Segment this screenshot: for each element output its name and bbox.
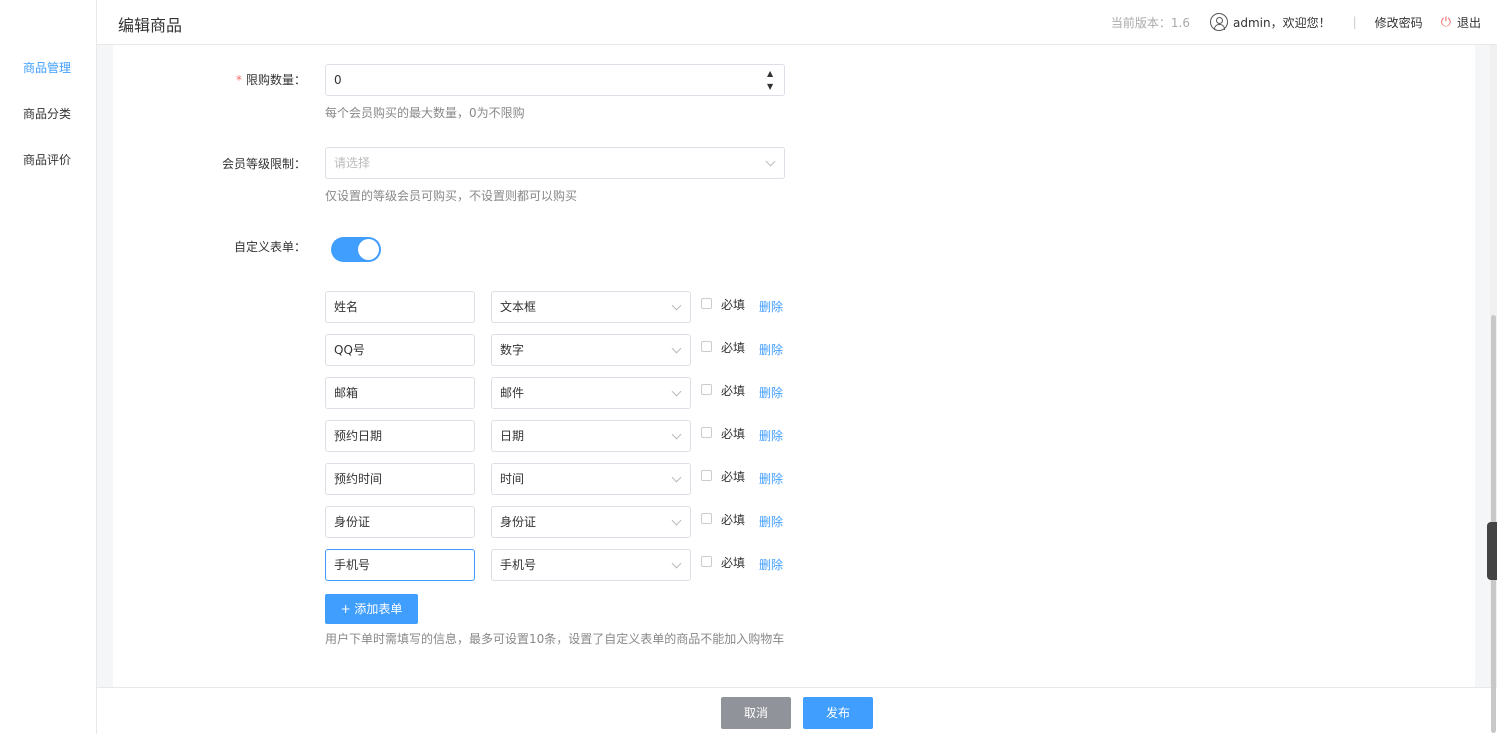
version-text: 当前版本：1.6	[1110, 15, 1191, 30]
field-name-input[interactable]: 预约时间	[325, 463, 475, 495]
required-label: 必填	[721, 341, 746, 355]
publish-button[interactable]: 发布	[803, 697, 873, 729]
field-name-input[interactable]: 身份证	[325, 506, 475, 538]
field-type-select[interactable]: 日期	[491, 420, 691, 452]
limit-label: * 限购数量：	[235, 73, 306, 87]
required-checkbox[interactable]	[701, 384, 712, 395]
chevron-down-icon	[765, 156, 776, 167]
chevron-down-icon	[671, 429, 682, 440]
field-type-value: 手机号	[500, 558, 537, 572]
header: 编辑商品 当前版本：1.6 admin，欢迎您！ | 修改密码 ⏻ 退出	[97, 0, 1497, 45]
chevron-down-icon	[671, 515, 682, 526]
required-checkbox[interactable]	[701, 556, 712, 567]
cancel-button[interactable]: 取消	[721, 697, 791, 729]
field-name-input[interactable]: 预约日期	[325, 420, 475, 452]
user-icon	[1210, 13, 1229, 31]
custom-form-toggle[interactable]	[331, 237, 381, 262]
field-type-value: 日期	[500, 429, 525, 443]
welcome-text: admin，欢迎您！	[1233, 15, 1331, 30]
sidebar-item-product-category[interactable]: 商品分类	[23, 105, 71, 122]
field-name-value: 预约时间	[334, 472, 383, 486]
custom-form-hint: 用户下单时需填写的信息，最多可设置10条，设置了自定义表单的商品不能加入购物车	[325, 632, 785, 646]
delete-field-link[interactable]: 删除	[759, 341, 783, 358]
field-name-value: 预约日期	[334, 429, 383, 443]
required-checkbox[interactable]	[701, 427, 712, 438]
quantity-stepper[interactable]: ▲ ▼	[758, 65, 784, 95]
chevron-down-icon	[671, 300, 682, 311]
delete-field-link[interactable]: 删除	[759, 470, 783, 487]
limit-hint: 每个会员购买的最大数量，0为不限购	[325, 106, 525, 120]
field-type-value: 身份证	[500, 515, 537, 529]
required-label: 必填	[721, 298, 746, 312]
chevron-down-icon	[671, 343, 682, 354]
add-form-button[interactable]: + 添加表单	[325, 594, 418, 624]
header-separator: |	[1352, 15, 1357, 29]
sidebar: 商品管理 商品分类 商品评价	[0, 0, 97, 734]
floating-widget-handle[interactable]	[1487, 522, 1497, 580]
field-name-input[interactable]: QQ号	[325, 334, 475, 366]
required-label: 必填	[721, 513, 746, 527]
form-panel	[113, 45, 1475, 687]
page-title: 编辑商品	[118, 16, 183, 35]
required-label: 必填	[721, 427, 746, 441]
logout-link[interactable]: 退出	[1457, 14, 1481, 31]
required-checkbox[interactable]	[701, 513, 712, 524]
field-type-select[interactable]: 文本框	[491, 291, 691, 323]
header-user-area: 当前版本：1.6 admin，欢迎您！ | 修改密码 ⏻ 退出	[1111, 13, 1481, 31]
member-level-label: 会员等级限制：	[221, 157, 306, 171]
chevron-down-icon	[671, 472, 682, 483]
member-level-placeholder: 请选择	[334, 156, 371, 170]
field-name-value: 邮箱	[334, 386, 359, 400]
field-type-select[interactable]: 时间	[491, 463, 691, 495]
delete-field-link[interactable]: 删除	[759, 384, 783, 401]
field-name-value: 身份证	[334, 515, 371, 529]
delete-field-link[interactable]: 删除	[759, 298, 783, 315]
change-password-link[interactable]: 修改密码	[1375, 14, 1423, 31]
required-label: 必填	[721, 384, 746, 398]
chevron-down-icon	[671, 558, 682, 569]
required-label: 必填	[721, 470, 746, 484]
field-type-select[interactable]: 数字	[491, 334, 691, 366]
field-type-value: 数字	[500, 343, 525, 357]
member-level-select[interactable]: 请选择	[325, 147, 785, 179]
field-type-select[interactable]: 手机号	[491, 549, 691, 581]
chevron-down-icon	[671, 386, 682, 397]
field-name-value: QQ号	[334, 343, 365, 357]
required-label: 必填	[721, 556, 746, 570]
required-checkbox[interactable]	[701, 298, 712, 309]
power-icon[interactable]: ⏻	[1441, 15, 1451, 30]
field-name-value: 姓名	[334, 300, 359, 314]
scrollbar[interactable]	[1490, 45, 1497, 733]
sidebar-item-product-review[interactable]: 商品评价	[23, 151, 71, 168]
delete-field-link[interactable]: 删除	[759, 427, 783, 444]
field-name-value: 手机号	[334, 558, 371, 572]
stepper-down-icon[interactable]: ▼	[767, 83, 773, 91]
field-type-select[interactable]: 邮件	[491, 377, 691, 409]
field-name-input[interactable]: 邮箱	[325, 377, 475, 409]
limit-quantity-value: 0	[334, 73, 342, 87]
delete-field-link[interactable]: 删除	[759, 513, 783, 530]
stepper-up-icon[interactable]: ▲	[767, 70, 773, 78]
footer-bar	[97, 687, 1497, 734]
field-type-value: 文本框	[500, 300, 537, 314]
field-type-select[interactable]: 身份证	[491, 506, 691, 538]
delete-field-link[interactable]: 删除	[759, 556, 783, 573]
required-checkbox[interactable]	[701, 470, 712, 481]
member-level-hint: 仅设置的等级会员可购买，不设置则都可以购买	[325, 189, 578, 203]
custom-form-label: 自定义表单：	[233, 240, 306, 254]
field-type-value: 时间	[500, 472, 525, 486]
field-type-value: 邮件	[500, 386, 525, 400]
field-name-input[interactable]: 手机号	[325, 549, 475, 581]
required-checkbox[interactable]	[701, 341, 712, 352]
limit-quantity-input[interactable]: 0 ▲ ▼	[325, 64, 785, 96]
required-mark: *	[235, 73, 242, 87]
sidebar-item-product-management[interactable]: 商品管理	[23, 59, 71, 76]
toggle-knob	[358, 239, 379, 260]
field-name-input[interactable]: 姓名	[325, 291, 475, 323]
